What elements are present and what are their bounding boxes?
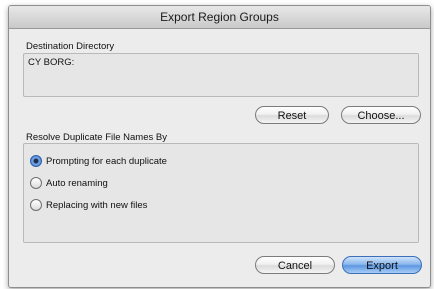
destination-directory-value: CY BORG: — [28, 57, 75, 68]
reset-button[interactable]: Reset — [255, 106, 329, 124]
radio-option-prompting[interactable]: Prompting for each duplicate — [30, 154, 167, 168]
cancel-button[interactable]: Cancel — [255, 256, 335, 274]
radio-option-label: Auto renaming — [46, 177, 108, 189]
radio-unselected-icon[interactable] — [30, 199, 42, 211]
resolve-duplicates-box: Prompting for each duplicate Auto renami… — [23, 143, 419, 243]
radio-option-label: Prompting for each duplicate — [46, 155, 167, 167]
choose-button[interactable]: Choose... — [341, 106, 421, 124]
destination-directory-box: CY BORG: — [23, 53, 419, 97]
radio-option-replacing[interactable]: Replacing with new files — [30, 198, 147, 212]
resolve-duplicates-label: Resolve Duplicate File Names By — [26, 132, 167, 143]
dialog-title: Export Region Groups — [9, 6, 430, 29]
radio-unselected-icon[interactable] — [30, 177, 42, 189]
export-region-groups-dialog: Export Region Groups Destination Directo… — [8, 5, 431, 288]
radio-option-label: Replacing with new files — [46, 199, 148, 211]
radio-selected-icon[interactable] — [30, 155, 42, 167]
destination-directory-label: Destination Directory — [26, 41, 115, 52]
radio-option-auto-renaming[interactable]: Auto renaming — [30, 176, 108, 190]
export-button[interactable]: Export — [342, 256, 422, 274]
